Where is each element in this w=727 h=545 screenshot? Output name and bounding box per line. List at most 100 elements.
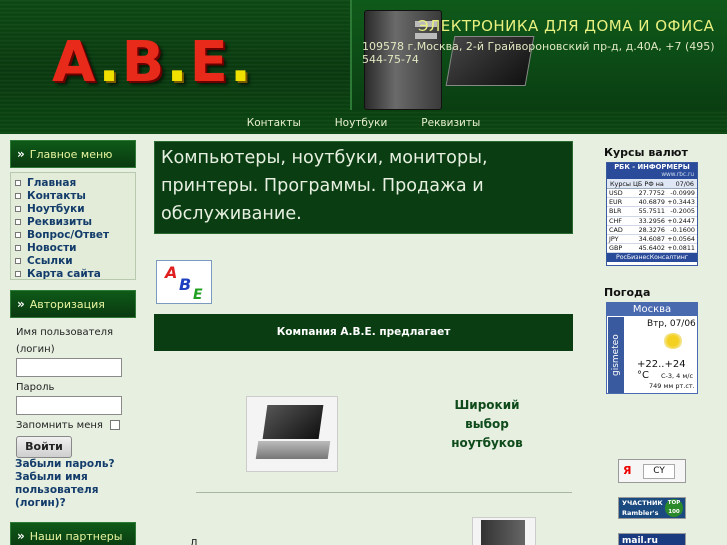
main-menu-header: » Главное меню	[10, 140, 136, 168]
rates-title: Курсы валют	[604, 146, 688, 159]
partners-title: Наши партнеры	[29, 530, 123, 543]
menu-item-sitemap[interactable]: Карта сайта	[11, 267, 135, 280]
mailru-rating-badge[interactable]: mail.ru	[618, 533, 686, 545]
rate-code: JPY	[609, 234, 619, 243]
menu-item-faq[interactable]: Вопрос/Ответ	[11, 228, 135, 241]
rates-widget-url: www.rbc.ru	[607, 172, 697, 179]
main-content: Компьютеры, ноутбуки, мониторы, принтеры…	[146, 134, 584, 545]
bullet-icon	[15, 179, 21, 186]
main-menu-title: Главное меню	[29, 148, 113, 161]
site-logo[interactable]: A.B.E.	[52, 30, 253, 95]
menu-item-label: Карта сайта	[27, 267, 101, 280]
nav-link-laptops[interactable]: Ноутбуки	[335, 112, 388, 134]
offer-heading: Компания А.В.Е. предлагает	[154, 314, 573, 351]
rate-change: +0.3443	[667, 198, 695, 207]
nav-link-contacts[interactable]: Контакты	[247, 112, 301, 134]
bullet-icon	[15, 192, 21, 199]
rate-row: JPY 34.6087 +0.0564	[607, 234, 697, 245]
laptop-product-image[interactable]	[246, 396, 338, 472]
top-navigation: Контакты Ноутбуки Реквизиты	[0, 112, 727, 134]
remember-checkbox[interactable]	[110, 420, 121, 430]
site-header: A.B.E. ЭЛЕКТРОНИКА ДЛЯ ДОМА И ОФИСА 1095…	[0, 0, 727, 134]
menu-item-label: Ссылки	[27, 254, 73, 267]
bullet-icon	[15, 244, 21, 251]
abc-logo-letter: А	[165, 263, 178, 282]
forgot-username-link[interactable]: Забыли имя пользователя (логин)?	[15, 471, 133, 510]
rate-row: GBP 45.6402 +0.0811	[607, 244, 697, 254]
login-form: Имя пользователя (логин) Пароль Запомнит…	[16, 324, 134, 458]
double-chevron-icon: »	[17, 147, 25, 161]
logo-letter-e: E	[189, 30, 230, 95]
rate-value: 45.6402	[638, 244, 665, 253]
rate-value: 34.6087	[638, 234, 665, 243]
bullet-icon	[15, 205, 21, 212]
rate-change: +0.0564	[667, 234, 695, 243]
abc-logo-letter: Е	[193, 287, 203, 303]
top100-icon: TOP 100	[665, 499, 683, 517]
forgot-password-link[interactable]: Забыли пароль?	[15, 458, 133, 471]
rate-value: 55.7511	[638, 207, 665, 216]
yandex-cy-badge[interactable]: Я CY	[618, 459, 686, 483]
rambler-top100-badge[interactable]: УЧАСТНИК Rambler's TOP 100	[618, 497, 686, 519]
bullet-icon	[15, 218, 21, 225]
menu-item-requisites[interactable]: Реквизиты	[11, 215, 135, 228]
right-sidebar: Курсы валют РБК - ИНФОРМЕРЫ www.rbc.ru К…	[584, 134, 727, 545]
laptop-base	[255, 441, 331, 459]
rate-value: 40.6879	[638, 198, 665, 207]
weather-title: Погода	[604, 286, 651, 299]
menu-item-links[interactable]: Ссылки	[11, 254, 135, 267]
page: A.B.E. ЭЛЕКТРОНИКА ДЛЯ ДОМА И ОФИСА 1095…	[0, 0, 727, 545]
rate-row: CHF 33.2956 +0.2447	[607, 217, 697, 226]
menu-item-laptops[interactable]: Ноутбуки	[11, 202, 135, 215]
weather-widget[interactable]: Москва gismeteo Втр, 07/06 +22..+24 °C С…	[606, 302, 698, 394]
rate-value: 33.2956	[638, 216, 665, 225]
menu-item-label: Ноутбуки	[27, 202, 85, 215]
logo-dot: .	[229, 30, 254, 95]
rates-date: 07/06	[675, 180, 694, 188]
rate-code: CHF	[609, 216, 622, 225]
rate-change: -0.0999	[670, 189, 695, 197]
laptops-caption: Широкий выбор ноутбуков	[451, 398, 523, 450]
rate-code: USD	[609, 189, 623, 197]
rates-subheader-label: Курсы ЦБ РФ на	[610, 180, 664, 188]
abc-company-logo[interactable]: А В Е	[156, 260, 212, 304]
site-tagline: ЭЛЕКТРОНИКА ДЛЯ ДОМА И ОФИСА	[418, 17, 715, 35]
login-button[interactable]: Войти	[16, 436, 72, 458]
section-divider	[196, 492, 572, 493]
rate-change: +0.0811	[667, 244, 695, 253]
password-input[interactable]	[16, 396, 122, 415]
weather-date: Втр, 07/06	[647, 319, 696, 329]
rate-row: CAD 28.3276 -0.1600	[607, 226, 697, 235]
currency-rates-widget[interactable]: РБК - ИНФОРМЕРЫ www.rbc.ru Курсы ЦБ РФ н…	[606, 162, 698, 266]
logo-letter-a: A	[52, 30, 99, 95]
menu-item-contacts[interactable]: Контакты	[11, 189, 135, 202]
pc-case	[481, 520, 525, 545]
weather-city: Москва	[607, 303, 697, 316]
menu-item-label: Вопрос/Ответ	[27, 228, 110, 241]
partners-header: » Наши партнеры	[10, 522, 136, 545]
remember-label: Запомнить меня	[16, 420, 103, 431]
bullet-icon	[15, 270, 21, 277]
logo-dot: .	[166, 30, 190, 95]
bullet-icon	[15, 231, 21, 238]
username-input[interactable]	[16, 358, 122, 377]
bullet-icon	[15, 257, 21, 264]
sun-cloud-icon	[663, 333, 683, 349]
rate-code: GBP	[609, 244, 623, 253]
nav-link-requisites[interactable]: Реквизиты	[421, 112, 480, 134]
yandex-cy-counter: CY	[643, 464, 675, 479]
menu-item-news[interactable]: Новости	[11, 241, 135, 254]
double-chevron-icon: »	[17, 529, 25, 543]
desktop-product-image[interactable]	[472, 517, 536, 545]
rate-value: 27.7752	[638, 189, 665, 197]
rambler-label: УЧАСТНИК Rambler's	[622, 499, 663, 517]
rate-row: BLR 55.7511 -0.2005	[607, 207, 697, 217]
laptop-screen	[262, 405, 324, 439]
menu-item-label: Новости	[27, 241, 77, 254]
rates-subheader: Курсы ЦБ РФ на 07/06	[607, 179, 697, 189]
weather-wind: С-3, 4 м/с	[661, 372, 694, 380]
username-label: Имя пользователя (логин)	[16, 327, 114, 355]
menu-item-home[interactable]: Главная	[11, 176, 135, 189]
logo-dot: .	[98, 30, 122, 95]
weather-brand: gismeteo	[608, 317, 624, 393]
